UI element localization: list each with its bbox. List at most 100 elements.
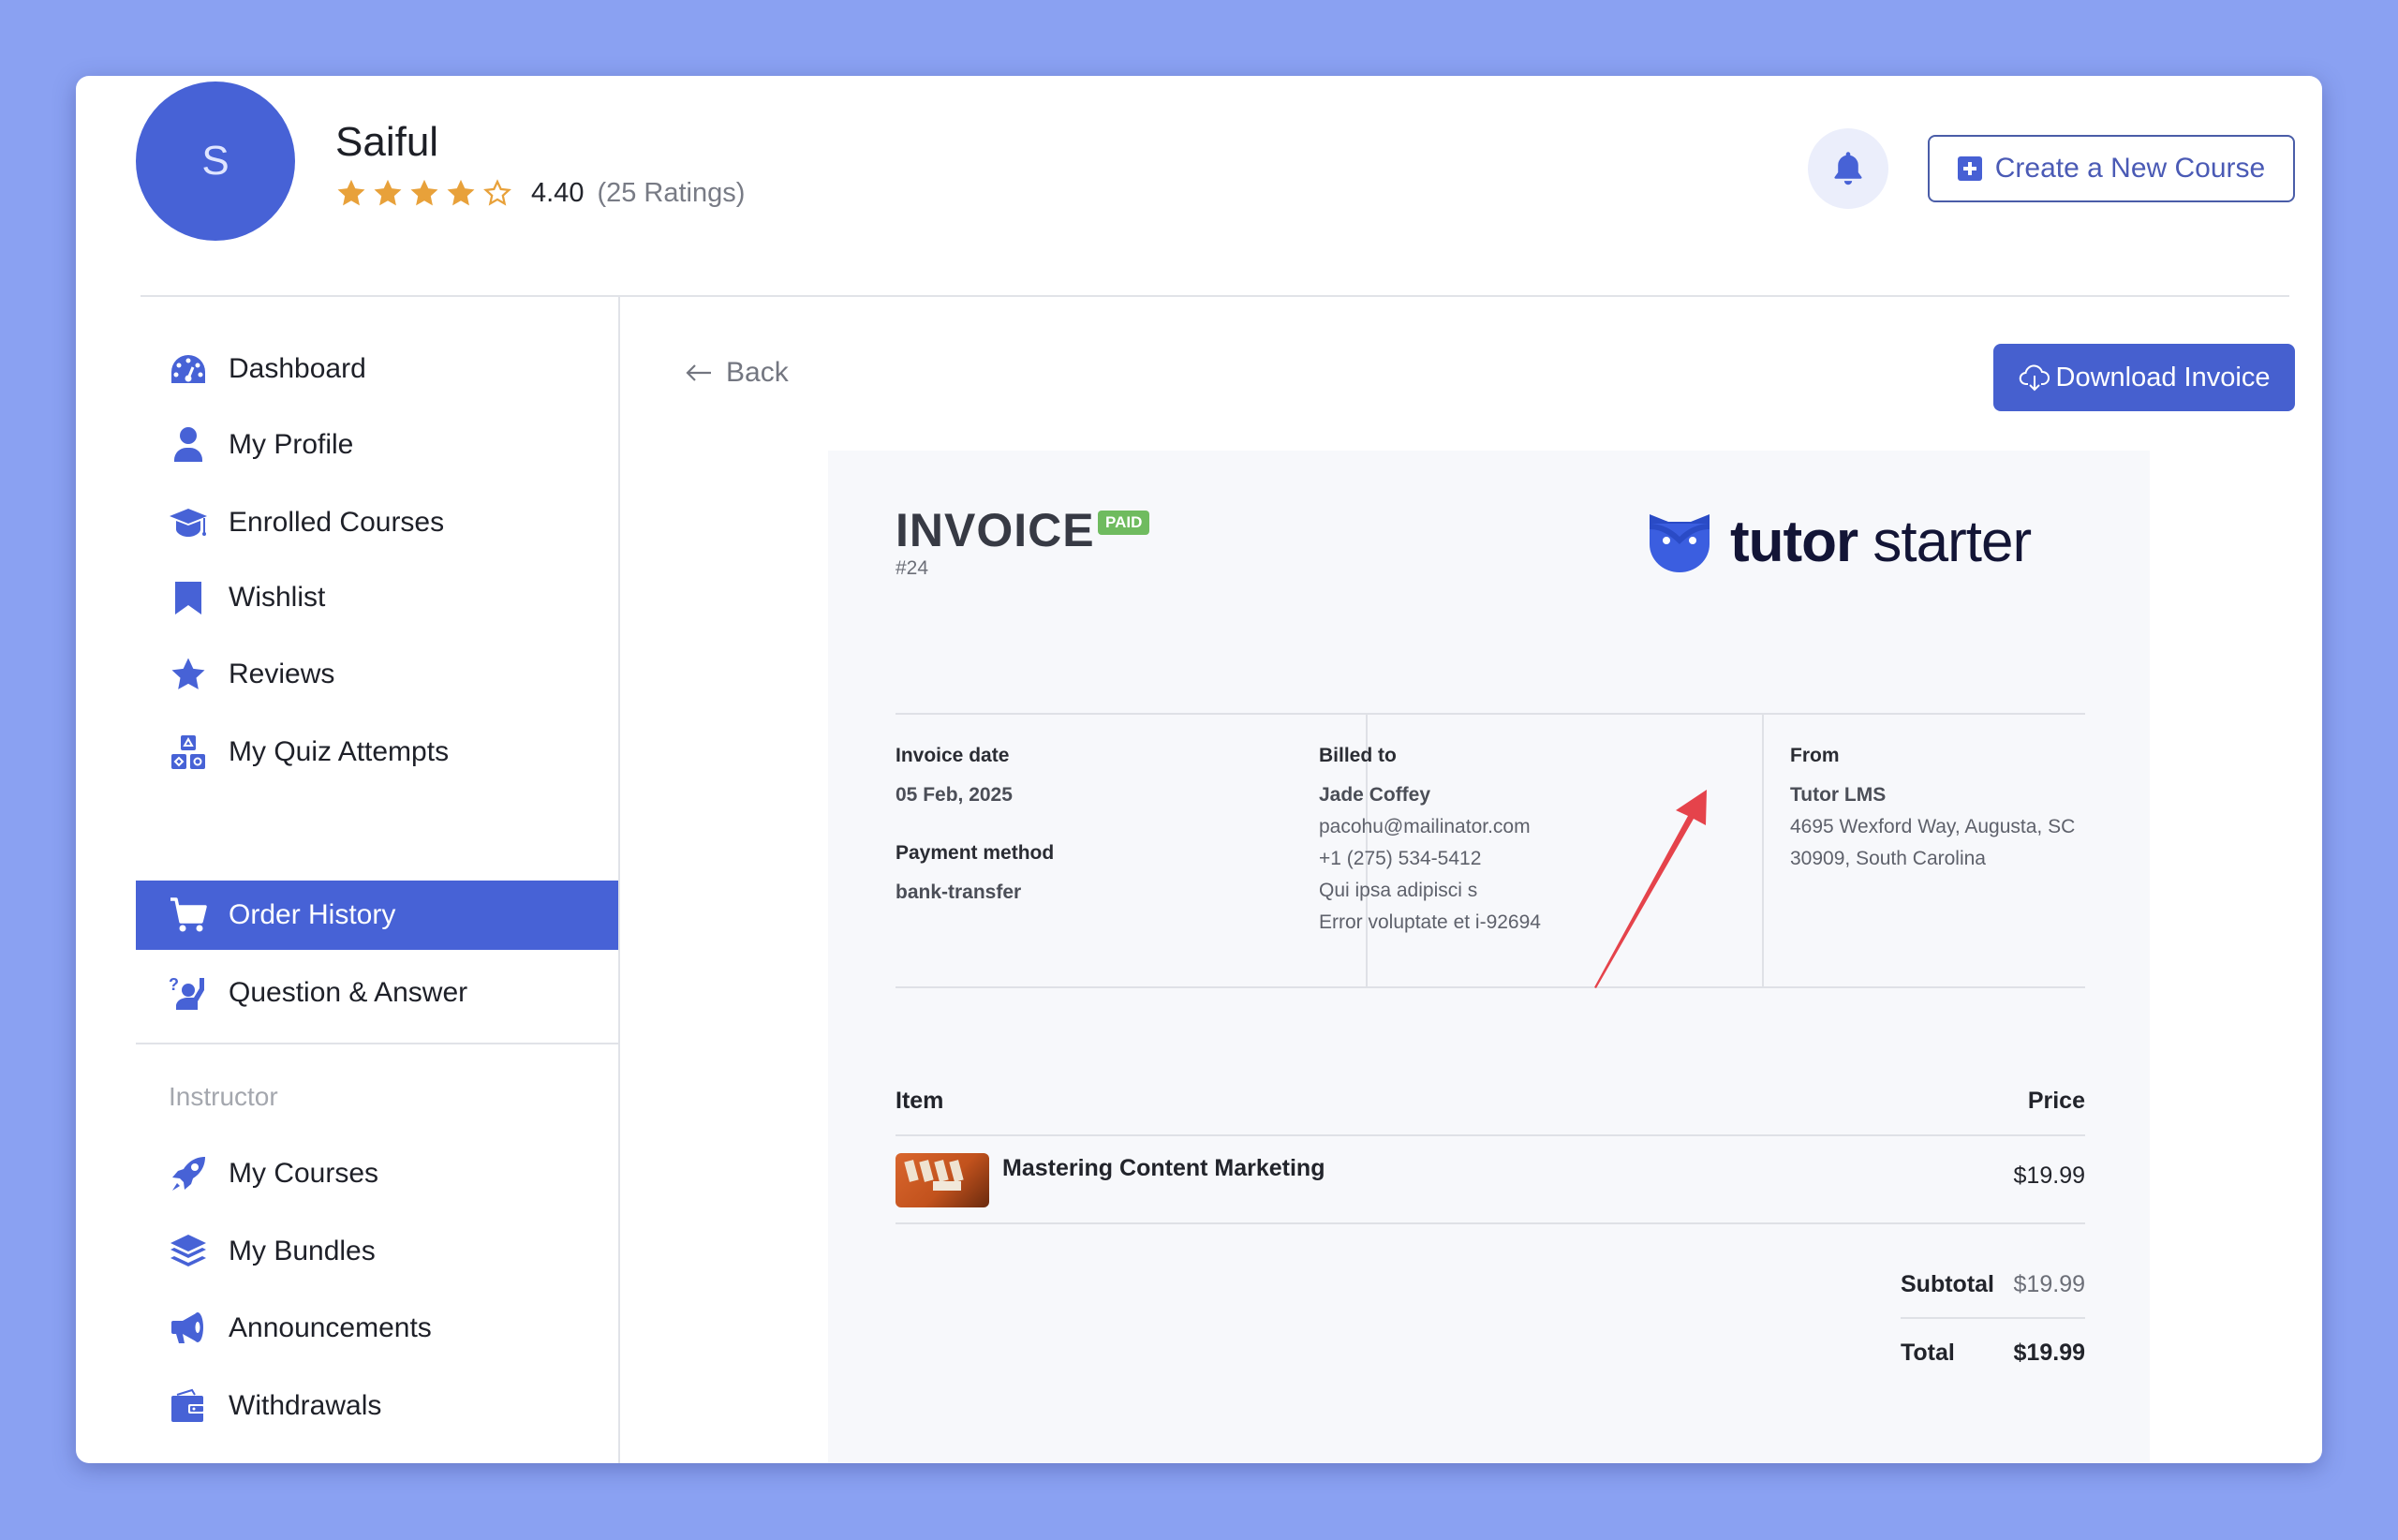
billed-to-address-1: Qui ipsa adipisci s: [1319, 880, 1478, 901]
sidebar-item-label: Reviews: [229, 659, 335, 689]
rating: 4.40 (25 Ratings): [335, 177, 745, 209]
invoice-title: INVOICE: [896, 504, 1095, 556]
status-badge: PAID: [1098, 511, 1150, 535]
app-window: S Saiful 4.40 (25 Ratings) Create a New …: [76, 76, 2322, 1463]
divider: [896, 1222, 2085, 1224]
payment-method-label: Payment method: [896, 842, 1055, 864]
from-label: From: [1790, 745, 1840, 766]
invoice-date: 05 Feb, 2025: [896, 784, 1013, 806]
invoice-number: #24: [896, 557, 929, 579]
sidebar-divider: [136, 1043, 618, 1044]
avatar-initial: S: [201, 138, 229, 184]
subtotal-value: $19.99: [2013, 1271, 2085, 1297]
invoice-date-label: Invoice date: [896, 745, 1010, 766]
total-value: $19.99: [2013, 1340, 2085, 1366]
cloud-download-icon: [2019, 364, 2050, 392]
payment-method: bank-transfer: [896, 881, 1022, 903]
table-header-item: Item: [896, 1088, 944, 1114]
table-header-price: Price: [2027, 1088, 2085, 1114]
from-address-2: 30909, South Carolina: [1790, 848, 1986, 869]
star-empty-icon: [483, 179, 511, 206]
star-filled-icon: [410, 179, 438, 206]
cart-icon: [169, 896, 208, 935]
item-price: $19.99: [2013, 1162, 2085, 1189]
download-invoice-button[interactable]: Download Invoice: [1993, 344, 2295, 411]
owl-logo-icon: [1650, 513, 1710, 572]
divider: [896, 1134, 2085, 1136]
rating-count: (25 Ratings): [597, 177, 746, 208]
brand-name: tutor starter: [1730, 510, 2032, 574]
user-name: Saiful: [335, 119, 439, 165]
avatar: S: [136, 81, 295, 241]
sidebar-item-label: My Quiz Attempts: [229, 736, 450, 767]
subtotal-label: Subtotal: [1901, 1271, 1994, 1297]
sidebar-item-order-history[interactable]: Order History: [136, 881, 618, 950]
divider: [896, 713, 2085, 715]
notifications-button[interactable]: [1808, 128, 1888, 209]
course-thumbnail: [896, 1153, 989, 1207]
star-filled-icon: [374, 179, 402, 206]
sidebar-item-question-answer[interactable]: ? Question & Answer: [136, 958, 618, 1028]
bell-icon: [1834, 152, 1862, 185]
dashboard-gauge-icon: [169, 349, 208, 389]
sidebar-item-label: My Courses: [229, 1158, 379, 1189]
sidebar-item-label: Wishlist: [229, 582, 326, 613]
sidebar-item-my-profile[interactable]: My Profile: [136, 410, 618, 480]
sidebar-item-quiz-attempts[interactable]: ? Quiz Attempts: [136, 1449, 618, 1463]
item-name: Mastering Content Marketing: [1002, 1155, 1325, 1181]
billed-to-address-2: Error voluptate et i-92694: [1319, 911, 1541, 933]
sidebar-item-label: Announcements: [229, 1312, 432, 1343]
sidebar-item-reviews[interactable]: Reviews: [136, 640, 618, 709]
billed-to-label: Billed to: [1319, 745, 1397, 766]
graduation-cap-icon: [169, 503, 208, 542]
rating-value: 4.40: [531, 177, 585, 208]
sidebar-item-dashboard[interactable]: Dashboard: [136, 334, 618, 404]
sidebar-item-my-courses[interactable]: My Courses: [136, 1139, 618, 1208]
create-new-course-button[interactable]: Create a New Course: [1928, 135, 2295, 202]
divider: [896, 986, 2085, 988]
from-address-1: 4695 Wexford Way, Augusta, SC: [1790, 816, 2076, 837]
invoice-card: INVOICE PAID #24 tutor starter Invoice d…: [828, 451, 2150, 1463]
sidebar-section-instructor: Instructor: [169, 1082, 278, 1111]
quiz-blocks-icon: [169, 733, 208, 772]
sidebar-item-label: Enrolled Courses: [229, 507, 445, 538]
svg-text:?: ?: [169, 975, 179, 994]
sidebar-item-enrolled-courses[interactable]: Enrolled Courses: [136, 488, 618, 557]
create-new-course-label: Create a New Course: [1994, 153, 2266, 184]
layers-icon: [169, 1232, 208, 1271]
star-filled-icon: [447, 179, 475, 206]
star-icon: [169, 655, 208, 694]
plus-square-icon: [1957, 156, 1982, 181]
sidebar-item-my-bundles[interactable]: My Bundles: [136, 1217, 618, 1286]
star-filled-icon: [337, 179, 365, 206]
sidebar-item-my-quiz-attempts[interactable]: My Quiz Attempts: [136, 718, 618, 787]
bookmark-icon: [169, 578, 208, 617]
sidebar: Dashboard My Profile Enrolled Courses Wi…: [136, 297, 620, 1463]
back-label: Back: [726, 357, 789, 388]
arrow-left-icon: [686, 364, 711, 381]
sidebar-item-announcements[interactable]: Announcements: [136, 1294, 618, 1363]
sidebar-item-label: Order History: [229, 899, 396, 930]
sidebar-item-wishlist[interactable]: Wishlist: [136, 563, 618, 632]
billed-to-phone: +1 (275) 534-5412: [1319, 848, 1482, 869]
billed-to-email: pacohu@mailinator.com: [1319, 816, 1531, 837]
sidebar-item-withdrawals[interactable]: Withdrawals: [136, 1371, 618, 1441]
rocket-icon: [169, 1154, 208, 1193]
back-link[interactable]: Back: [685, 357, 789, 389]
user-icon: [169, 425, 208, 465]
download-invoice-label: Download Invoice: [2055, 362, 2271, 392]
billed-to-name: Jade Coffey: [1319, 784, 1431, 806]
megaphone-icon: [169, 1309, 208, 1348]
wallet-icon: [169, 1386, 208, 1426]
sidebar-item-label: Dashboard: [229, 353, 366, 384]
sidebar-item-label: Question & Answer: [229, 977, 468, 1008]
question-answer-icon: ?: [169, 973, 208, 1013]
sidebar-item-label: My Bundles: [229, 1236, 376, 1266]
from-name: Tutor LMS: [1790, 784, 1887, 806]
divider: [1901, 1317, 2085, 1319]
brand-logo: tutor starter: [1648, 509, 2032, 575]
divider: [1762, 715, 1764, 988]
sidebar-item-label: My Profile: [229, 429, 354, 460]
sidebar-item-label: Withdrawals: [229, 1390, 382, 1421]
total-label: Total: [1901, 1340, 1955, 1366]
